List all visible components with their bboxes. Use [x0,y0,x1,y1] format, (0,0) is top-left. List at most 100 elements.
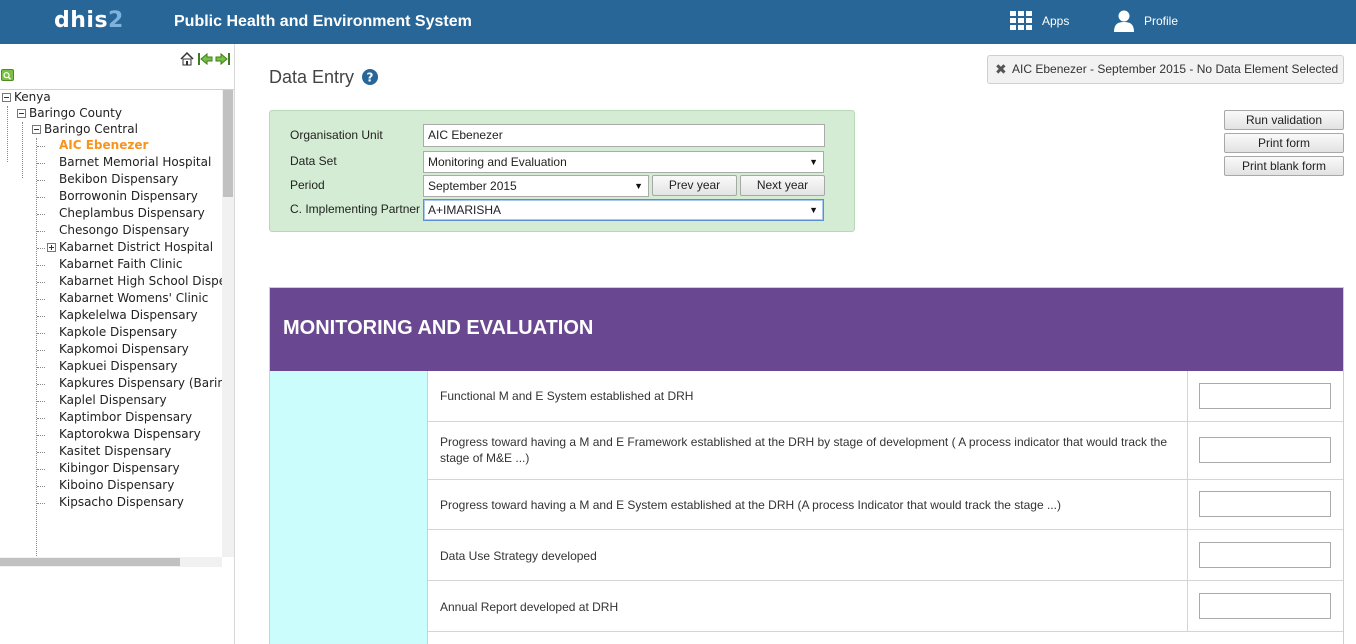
tree-node-facility[interactable]: Kabarnet Womens' Clinic [59,290,208,307]
prev-year-button[interactable]: Prev year [652,175,737,196]
tree-connector [37,146,45,147]
tree-node-kenya[interactable]: Kenya [2,90,51,106]
run-validation-button[interactable]: Run validation [1224,110,1344,130]
tree-connector [37,248,45,249]
tree-node-baringo-county[interactable]: Baringo County [17,105,122,122]
tree-connector [37,452,45,453]
close-icon[interactable]: ✖ [995,56,1007,83]
tree-node-facility[interactable]: Bekibon Dispensary [59,171,178,188]
value-cell [1187,581,1343,631]
form-row: Progress toward having a M and E System … [428,480,1343,530]
tree-node-facility[interactable]: Kabarnet District Hospital [59,239,213,256]
org-unit-tree-panel: Kenya Baringo County Baringo Central AIC… [0,44,235,644]
tree-connector [37,401,45,402]
tree-connector [37,214,45,215]
tree-node-facility[interactable]: Kasitet Dispensary [59,443,171,460]
data-element-name: Progress toward having a M and E System … [440,498,1061,512]
tree-node-facility[interactable]: Chesongo Dispensary [59,222,189,239]
data-element-name: Functional M and E System established at… [440,389,694,403]
arrow-left-icon[interactable] [197,51,213,67]
partner-select[interactable]: A+IMARISHA ▼ [423,199,824,221]
tree-connector [7,106,8,162]
chevron-down-icon: ▼ [809,205,818,215]
value-cell [1187,371,1343,421]
tree-node-facility[interactable]: Borrowonin Dispensary [59,188,198,205]
collapse-icon[interactable] [17,109,26,118]
tree-connector [37,418,45,419]
tree-node-facility[interactable]: Kabarnet Faith Clinic [59,256,182,273]
tree-node-facility[interactable]: Kabarnet High School Dispens [59,273,222,290]
tree-connector [37,367,45,368]
tree-node-facility[interactable]: AIC Ebenezer [59,137,148,154]
tree-node-baringo-central[interactable]: Baringo Central [32,121,138,138]
profile-label: Profile [1144,14,1179,28]
tree-connector [22,122,23,178]
scrollbar-thumb[interactable] [223,90,233,197]
tree-connector [37,333,45,334]
collapse-icon[interactable] [2,93,11,102]
arrow-right-icon[interactable] [215,51,231,67]
tree-node-facility[interactable]: Kiboino Dispensary [59,477,174,494]
dataset-select[interactable]: Monitoring and Evaluation ▼ [423,151,824,173]
tree-toolbar [179,51,231,67]
help-icon[interactable]: ? [362,69,378,88]
user-icon [1114,10,1134,32]
tree-node-facility[interactable]: Kapkomoi Dispensary [59,341,189,358]
tree-node-facility[interactable]: Kapkelelwa Dispensary [59,307,198,324]
collapse-icon[interactable] [32,125,41,134]
value-input[interactable] [1199,542,1331,568]
tree-connector [37,231,45,232]
print-blank-form-button[interactable]: Print blank form [1224,156,1344,176]
profile-menu[interactable]: Profile [1114,10,1178,32]
value-input[interactable] [1199,491,1331,517]
tree-node-facility[interactable]: Kapkuei Dispensary [59,358,177,375]
tree-node-facility[interactable]: Kaplel Dispensary [59,392,167,409]
tree-area: Kenya Baringo County Baringo Central AIC… [0,89,234,567]
partner-label: C. Implementing Partner [290,202,421,216]
data-element-name: Data Use Strategy developed [440,549,597,563]
form-row: Functional M and E System established at… [428,371,1343,422]
tree-vertical-scrollbar[interactable] [222,90,234,557]
tree-node-facility[interactable]: Kaptorokwa Dispensary [59,426,201,443]
expand-icon[interactable] [47,243,56,252]
next-year-button[interactable]: Next year [740,175,825,196]
tree-connector [36,138,37,557]
value-cell [1187,480,1343,529]
selection-box: Organisation Unit AIC Ebenezer Data Set … [269,110,855,232]
org-unit-tree: Kenya Baringo County Baringo Central AIC… [0,90,222,557]
chevron-down-icon: ▼ [809,157,818,167]
tree-connector [37,163,45,164]
tree-connector [37,350,45,351]
tree-connector [37,265,45,266]
form-row: Annual Report developed at DRH [428,581,1343,632]
apps-menu[interactable]: Apps [1010,11,1069,30]
apps-grid-icon [1010,11,1032,30]
tree-connector [37,486,45,487]
tree-node-facility[interactable]: Kaptimbor Dispensary [59,409,192,426]
data-element-name: Progress toward having a M and E Framewo… [440,435,1168,465]
form-row: Progress toward having a M and E Framewo… [428,422,1343,480]
apps-label: Apps [1042,13,1070,28]
tree-node-facility[interactable]: Kapkole Dispensary [59,324,177,341]
value-input[interactable] [1199,593,1331,619]
scrollbar-thumb[interactable] [0,558,180,566]
form-left-column [270,371,428,644]
period-select[interactable]: September 2015 ▼ [423,175,649,197]
chevron-down-icon: ▼ [634,181,643,191]
svg-text:?: ? [367,71,374,85]
value-input[interactable] [1199,437,1331,463]
tree-connector [37,282,45,283]
home-icon[interactable] [179,51,195,67]
value-input[interactable] [1199,383,1331,409]
print-form-button[interactable]: Print form [1224,133,1344,153]
value-cell [1187,530,1343,580]
tree-horizontal-scrollbar[interactable] [0,557,222,567]
dhis2-logo[interactable]: dhis2 [54,8,124,33]
tree-node-facility[interactable]: Kapkures Dispensary (Baringo [59,375,222,392]
tree-node-facility[interactable]: Kibingor Dispensary [59,460,180,477]
tree-node-facility[interactable]: Barnet Memorial Hospital [59,154,211,171]
org-unit-field[interactable]: AIC Ebenezer [423,124,825,147]
tree-search-icon[interactable] [1,69,14,81]
tree-node-facility[interactable]: Kipsacho Dispensary [59,494,184,511]
tree-node-facility[interactable]: Cheplambus Dispensary [59,205,205,222]
